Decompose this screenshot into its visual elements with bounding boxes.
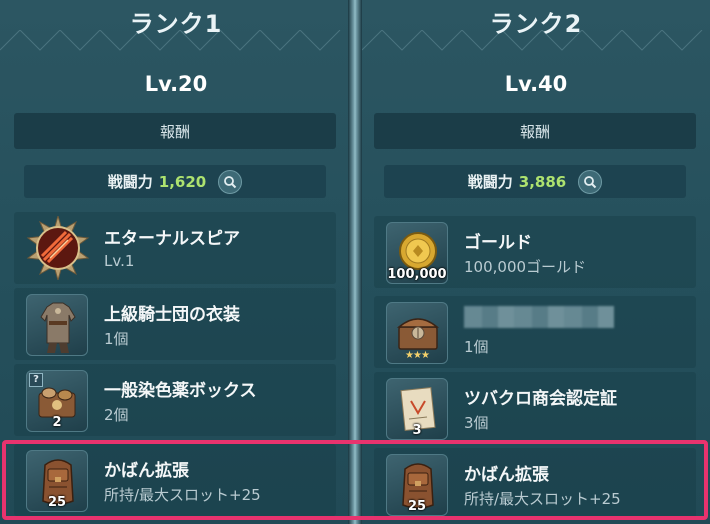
item-quantity: 100,000 [387,267,447,282]
obscured-item-name [464,306,614,328]
combat-power-bar: 戦闘力 3,886 [384,165,686,198]
reward-label: 報酬 [159,122,190,141]
reward-item[interactable]: 25 かばん拡張 所持/最大スロット+25 [374,448,696,520]
magnify-icon [584,175,597,188]
item-desc: 100,000ゴールド [464,258,587,276]
rank-title: ランク1 [129,10,223,38]
item-name: かばん拡張 [104,461,189,481]
item-quantity: 25 [47,495,67,510]
rank-title: ランク2 [489,10,583,38]
combat-power-label: 戦闘力 [467,173,513,191]
reward-header: 報酬 [374,113,696,149]
certificate-icon: 3 [386,378,448,440]
unknown-badge: ? [29,373,43,387]
armor-costume-icon [26,294,88,356]
rank2-column: ランク2 Lv.40 報酬 戦闘力 3,886 100,000 ゴールド 100… [366,0,706,524]
level-requirement: Lv.20 [144,72,208,96]
magnify-button[interactable] [218,169,243,194]
item-name: 上級騎士団の衣装 [104,305,240,325]
level-requirement: Lv.40 [504,72,568,96]
reward-item[interactable]: 25 かばん拡張 所持/最大スロット+25 [14,444,336,516]
magnify-icon [224,175,237,188]
rarity-stars: ★★★ [405,350,430,361]
item-desc: 2個 [104,406,129,424]
reward-item[interactable]: 3 ツバクロ商会認定証 3個 [374,372,696,444]
backpack-icon: 25 [26,450,88,512]
reward-label: 報酬 [519,122,550,141]
item-name: ツバクロ商会認定証 [464,389,617,409]
item-quantity: 3 [412,423,422,438]
item-desc: 3個 [464,414,489,432]
item-quantity: 2 [52,415,62,430]
item-desc: 1個 [104,330,129,348]
combat-power-label: 戦闘力 [107,173,153,191]
item-desc: 所持/最大スロット+25 [104,486,261,504]
reward-item[interactable]: 100,000 ゴールド 100,000ゴールド [374,216,696,288]
panel-divider [348,0,362,524]
reward-header: 報酬 [14,113,336,149]
gold-coin-icon: 100,000 [386,222,448,284]
item-name: ゴールド [464,233,532,253]
combat-power-value: 3,886 [518,172,567,191]
spear-emblem-icon [26,214,90,282]
reward-item[interactable]: エターナルスピア Lv.1 [14,212,336,284]
combat-power-bar: 戦闘力 1,620 [24,165,326,198]
item-name: エターナルスピア [104,229,240,249]
item-quantity: 25 [407,499,427,514]
item-name: 一般染色薬ボックス [104,381,257,401]
treasure-chest-icon: ★★★ [386,302,448,364]
backpack-icon: 25 [386,454,448,516]
item-desc: Lv.1 [104,252,135,270]
rank1-column: ランク1 Lv.20 報酬 戦闘力 1,620 エターナルスピア Lv.1 上級… [6,0,346,524]
dye-box-icon: ? 2 [26,370,88,432]
reward-item[interactable]: ? 2 一般染色薬ボックス 2個 [14,364,336,436]
magnify-button[interactable] [578,169,603,194]
combat-power-value: 1,620 [158,172,207,191]
reward-item[interactable]: ★★★ 1個 [374,296,696,368]
item-desc: 1個 [464,338,489,356]
reward-item[interactable]: 上級騎士団の衣装 1個 [14,288,336,360]
item-name: かばん拡張 [464,465,549,485]
item-desc: 所持/最大スロット+25 [464,490,621,508]
